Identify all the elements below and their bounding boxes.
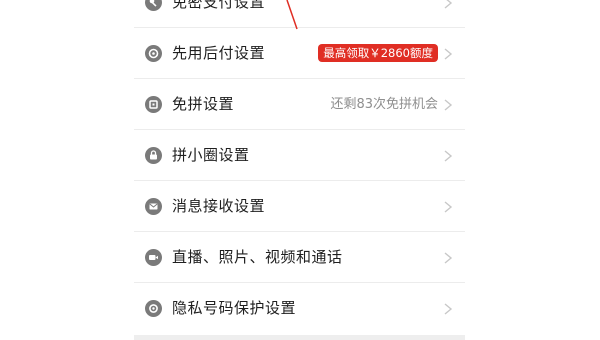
settings-item-label: 免密支付设置 — [172, 0, 266, 11]
settings-item-label: 直播、照片、视频和通话 — [172, 248, 343, 266]
gear-circle-icon — [145, 45, 162, 62]
chevron-right-icon — [444, 48, 453, 60]
settings-item-group-free[interactable]: 免拼设置 还剩83次免拼机会 — [134, 79, 465, 130]
lock-icon — [145, 147, 162, 164]
chevron-right-icon — [444, 201, 453, 213]
chevron-right-icon — [444, 252, 453, 264]
settings-item-label: 消息接收设置 — [172, 197, 266, 215]
chevron-right-icon — [444, 99, 453, 111]
video-icon — [145, 249, 162, 266]
settings-item-label: 先用后付设置 — [172, 44, 266, 62]
settings-item-pin-circle[interactable]: 拼小圈设置 — [134, 130, 465, 181]
settings-item-password-free-payment[interactable]: 免密支付设置 — [134, 0, 465, 28]
settings-item-value: 还剩83次免拼机会 — [330, 97, 438, 112]
chevron-right-icon — [444, 303, 453, 315]
settings-item-privacy-number[interactable]: 隐私号码保护设置 — [134, 283, 465, 334]
privacy-shield-icon — [145, 300, 162, 317]
settings-item-label: 隐私号码保护设置 — [172, 299, 297, 317]
key-icon — [145, 0, 162, 11]
settings-item-label: 免拼设置 — [172, 95, 235, 113]
chevron-right-icon — [444, 0, 453, 9]
promo-badge: 最高领取￥2860额度 — [318, 44, 438, 62]
settings-item-label: 拼小圈设置 — [172, 146, 250, 164]
settings-list: 免密支付设置 先用后付设置 最高领取￥2860额度 免拼设置 还剩83次免拼机会… — [134, 0, 465, 340]
settings-item-message-receive[interactable]: 消息接收设置 — [134, 181, 465, 232]
chevron-right-icon — [444, 150, 453, 162]
section-gap — [134, 335, 465, 340]
settings-item-live-photo-video-call[interactable]: 直播、照片、视频和通话 — [134, 232, 465, 283]
settings-item-pay-later[interactable]: 先用后付设置 最高领取￥2860额度 — [134, 28, 465, 79]
mail-icon — [145, 198, 162, 215]
coupon-icon — [145, 96, 162, 113]
